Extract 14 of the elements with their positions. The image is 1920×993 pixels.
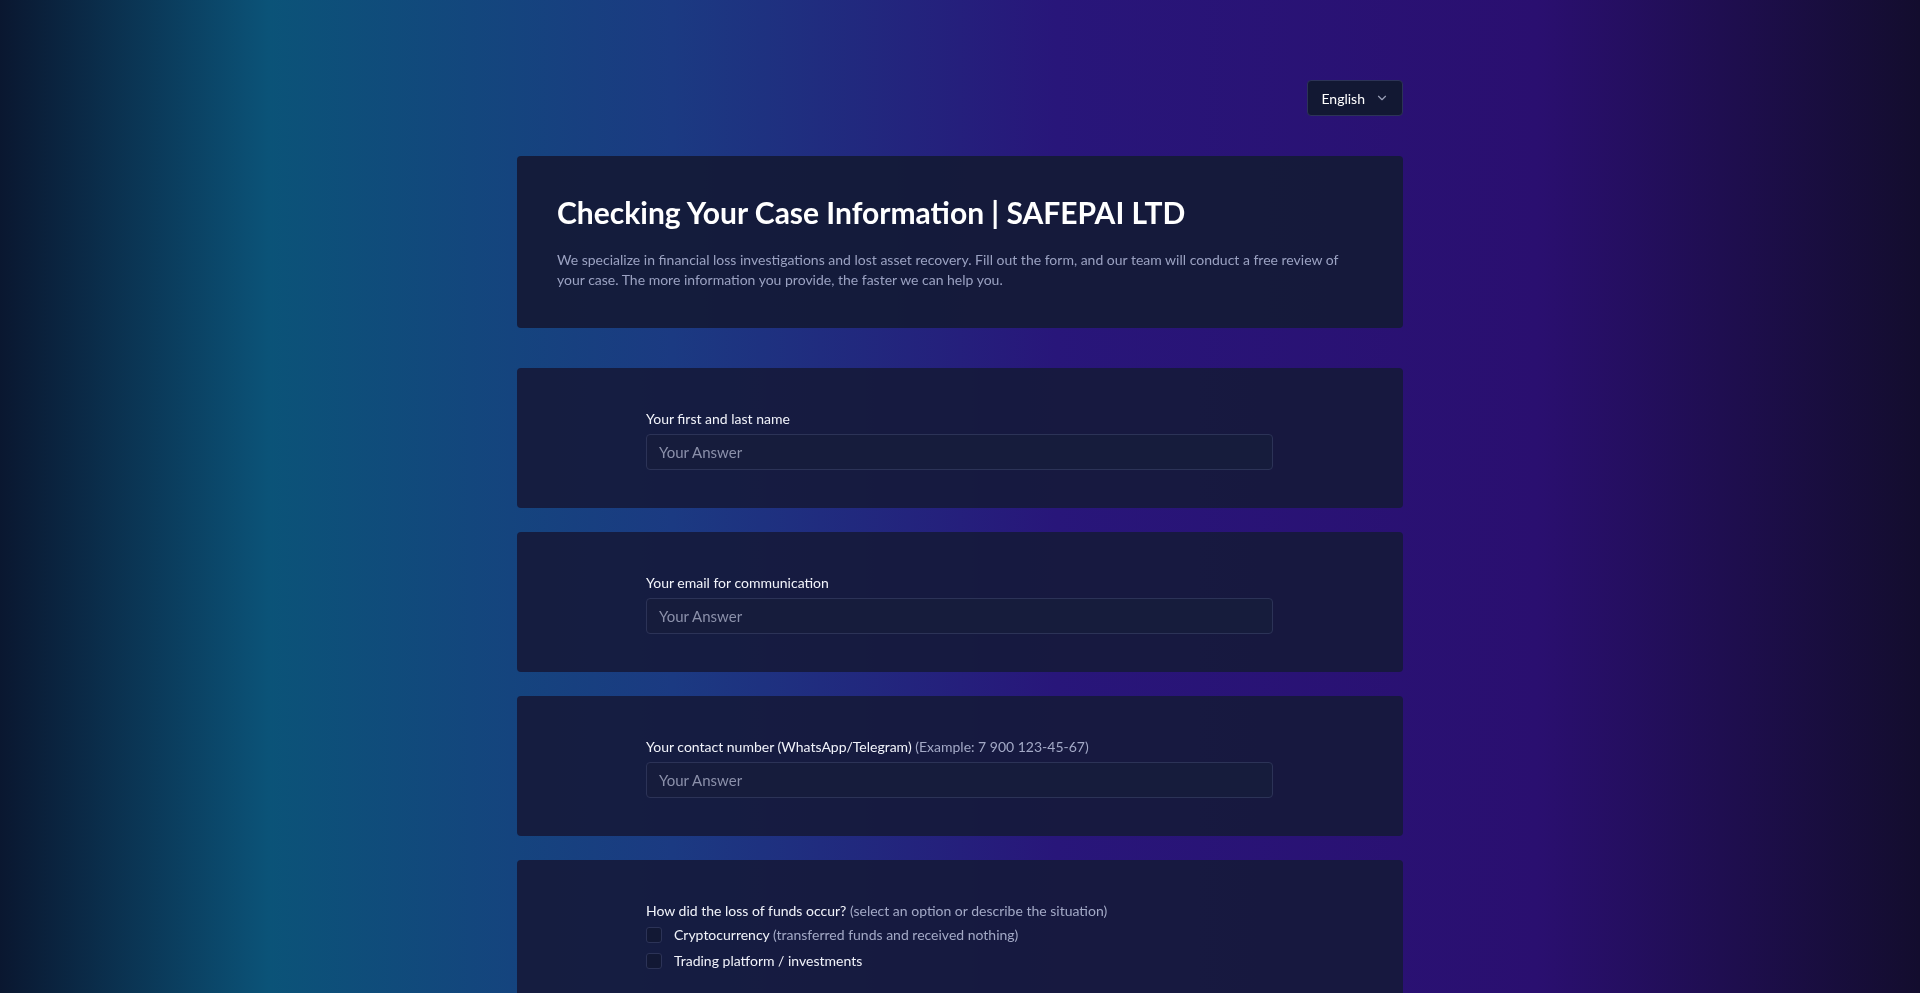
answer-field[interactable]: Your Answer: [646, 597, 1273, 634]
option-label: Trading platform / investments: [674, 951, 863, 970]
option-label: Cryptocurrency (transferred funds and received nothing): [674, 925, 1019, 944]
answer-field[interactable]: Your Answer: [646, 433, 1273, 470]
question-label: Your first and last name: [646, 409, 791, 428]
question-label: How did the loss of funds occur? (select an option or describe the situation): [646, 901, 1109, 920]
form-title: Checking Your Case Information | SAFEPAI LTD: [557, 194, 1187, 232]
question-label: Your contact number (WhatsApp/Telegram) (Example: 7 900 123-45-67): [646, 737, 1090, 756]
checkbox[interactable]: [646, 926, 662, 943]
question-label: Your email for communication: [646, 573, 830, 592]
checkbox[interactable]: [646, 952, 662, 969]
form-description: We specialize in financial loss investigations and lost asset recovery. Fill out the form, and our team will conduct a free review of your case. The more information you provide, the faster we can help you.: [557, 249, 1340, 290]
answer-field[interactable]: Your Answer: [646, 761, 1273, 798]
language-select[interactable]: English: [1307, 80, 1403, 116]
